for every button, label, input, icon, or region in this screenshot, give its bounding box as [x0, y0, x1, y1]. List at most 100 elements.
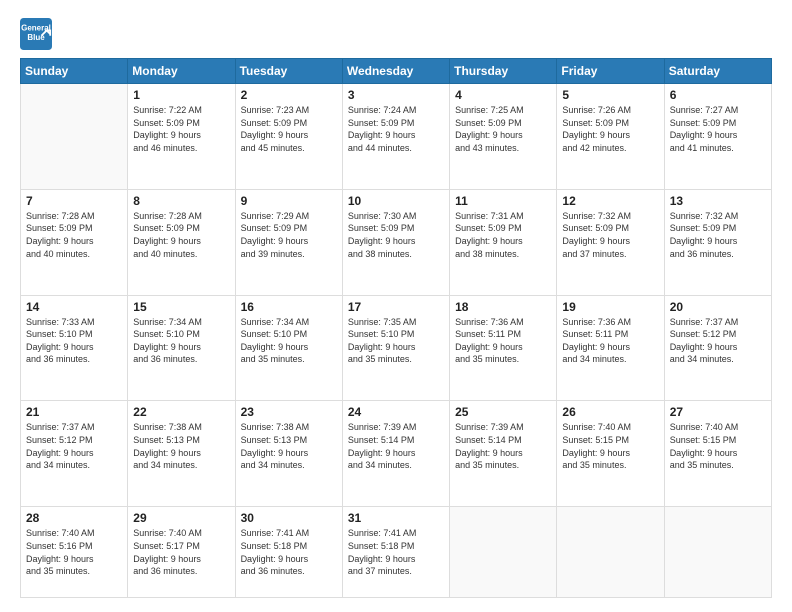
- day-header-sunday: Sunday: [21, 59, 128, 84]
- day-header-monday: Monday: [128, 59, 235, 84]
- day-info: Sunrise: 7:41 AMSunset: 5:18 PMDaylight:…: [241, 527, 337, 577]
- day-number: 16: [241, 300, 337, 314]
- calendar-cell: 13 Sunrise: 7:32 AMSunset: 5:09 PMDayligh…: [664, 189, 771, 295]
- day-header-saturday: Saturday: [664, 59, 771, 84]
- day-info: Sunrise: 7:28 AMSunset: 5:09 PMDaylight:…: [133, 210, 229, 260]
- day-number: 21: [26, 405, 122, 419]
- calendar-cell: 9 Sunrise: 7:29 AMSunset: 5:09 PMDaylight…: [235, 189, 342, 295]
- calendar-cell: 11 Sunrise: 7:31 AMSunset: 5:09 PMDayligh…: [450, 189, 557, 295]
- calendar: SundayMondayTuesdayWednesdayThursdayFrid…: [20, 58, 772, 598]
- calendar-cell: 18Sunrise: 7:36 AMSunset: 5:11 PMDayligh…: [450, 295, 557, 401]
- logo: General Blue: [20, 18, 52, 50]
- day-number: 12: [562, 194, 658, 208]
- day-number: 30: [241, 511, 337, 525]
- calendar-cell: 22 Sunrise: 7:38 AMSunset: 5:13 PMDayligh…: [128, 401, 235, 507]
- day-number: 13: [670, 194, 766, 208]
- day-info: Sunrise: 7:29 AMSunset: 5:09 PMDaylight:…: [241, 210, 337, 260]
- day-number: 1: [133, 88, 229, 102]
- day-info: Sunrise: 7:38 AMSunset: 5:13 PMDaylight:…: [133, 421, 229, 471]
- calendar-cell: 23 Sunrise: 7:38 AMSunset: 5:13 PMDayligh…: [235, 401, 342, 507]
- day-number: 5: [562, 88, 658, 102]
- calendar-cell: 17 Sunrise: 7:35 AMSunset: 5:10 PMDayligh…: [342, 295, 449, 401]
- calendar-cell: 29 Sunrise: 7:40 AMSunset: 5:17 PMDayligh…: [128, 507, 235, 598]
- day-number: 9: [241, 194, 337, 208]
- day-info: Sunrise: 7:35 AMSunset: 5:10 PMDaylight:…: [348, 316, 444, 366]
- calendar-cell: 5 Sunrise: 7:26 AMSunset: 5:09 PMDaylight…: [557, 84, 664, 190]
- day-info: Sunrise: 7:26 AMSunset: 5:09 PMDaylight:…: [562, 104, 658, 154]
- calendar-cell: 24 Sunrise: 7:39 AMSunset: 5:14 PMDayligh…: [342, 401, 449, 507]
- day-info: Sunrise: 7:23 AMSunset: 5:09 PMDaylight:…: [241, 104, 337, 154]
- day-info: Sunrise: 7:34 AMSunset: 5:10 PMDaylight:…: [241, 316, 337, 366]
- day-info: Sunrise: 7:32 AMSunset: 5:09 PMDaylight:…: [670, 210, 766, 260]
- day-info: Sunrise: 7:24 AMSunset: 5:09 PMDaylight:…: [348, 104, 444, 154]
- day-info: Sunrise: 7:28 AMSunset: 5:09 PMDaylight:…: [26, 210, 122, 260]
- day-number: 24: [348, 405, 444, 419]
- day-number: 6: [670, 88, 766, 102]
- calendar-cell: 25 Sunrise: 7:39 AMSunset: 5:14 PMDayligh…: [450, 401, 557, 507]
- day-info: Sunrise: 7:40 AMSunset: 5:15 PMDaylight:…: [670, 421, 766, 471]
- day-info: Sunrise: 7:25 AMSunset: 5:09 PMDaylight:…: [455, 104, 551, 154]
- day-info: Sunrise: 7:39 AMSunset: 5:14 PMDaylight:…: [348, 421, 444, 471]
- day-info: Sunrise: 7:37 AMSunset: 5:12 PMDaylight:…: [670, 316, 766, 366]
- day-info: Sunrise: 7:40 AMSunset: 5:15 PMDaylight:…: [562, 421, 658, 471]
- day-number: 18: [455, 300, 551, 314]
- day-info: Sunrise: 7:41 AMSunset: 5:18 PMDaylight:…: [348, 527, 444, 577]
- day-number: 23: [241, 405, 337, 419]
- day-header-tuesday: Tuesday: [235, 59, 342, 84]
- calendar-cell: [21, 84, 128, 190]
- calendar-cell: 26 Sunrise: 7:40 AMSunset: 5:15 PMDayligh…: [557, 401, 664, 507]
- calendar-cell: 20 Sunrise: 7:37 AMSunset: 5:12 PMDayligh…: [664, 295, 771, 401]
- calendar-cell: 10Sunrise: 7:30 AMSunset: 5:09 PMDayligh…: [342, 189, 449, 295]
- day-number: 31: [348, 511, 444, 525]
- calendar-cell: 16 Sunrise: 7:34 AMSunset: 5:10 PMDayligh…: [235, 295, 342, 401]
- calendar-cell: [557, 507, 664, 598]
- calendar-cell: 3 Sunrise: 7:24 AMSunset: 5:09 PMDaylight…: [342, 84, 449, 190]
- calendar-cell: 4 Sunrise: 7:25 AMSunset: 5:09 PMDaylight…: [450, 84, 557, 190]
- calendar-cell: 7 Sunrise: 7:28 AMSunset: 5:09 PMDaylight…: [21, 189, 128, 295]
- day-number: 7: [26, 194, 122, 208]
- logo-icon: General Blue: [20, 18, 52, 50]
- day-header-wednesday: Wednesday: [342, 59, 449, 84]
- day-info: Sunrise: 7:37 AMSunset: 5:12 PMDaylight:…: [26, 421, 122, 471]
- day-number: 15: [133, 300, 229, 314]
- calendar-cell: 28 Sunrise: 7:40 AMSunset: 5:16 PMDayligh…: [21, 507, 128, 598]
- day-number: 14: [26, 300, 122, 314]
- calendar-cell: 8 Sunrise: 7:28 AMSunset: 5:09 PMDaylight…: [128, 189, 235, 295]
- day-number: 10: [348, 194, 444, 208]
- day-header-thursday: Thursday: [450, 59, 557, 84]
- day-number: 28: [26, 511, 122, 525]
- calendar-cell: 12 Sunrise: 7:32 AMSunset: 5:09 PMDayligh…: [557, 189, 664, 295]
- calendar-cell: 14Sunrise: 7:33 AMSunset: 5:10 PMDayligh…: [21, 295, 128, 401]
- day-number: 17: [348, 300, 444, 314]
- day-number: 27: [670, 405, 766, 419]
- day-number: 25: [455, 405, 551, 419]
- day-info: Sunrise: 7:39 AMSunset: 5:14 PMDaylight:…: [455, 421, 551, 471]
- day-info: Sunrise: 7:22 AMSunset: 5:09 PMDaylight:…: [133, 104, 229, 154]
- day-number: 2: [241, 88, 337, 102]
- calendar-cell: 30 Sunrise: 7:41 AMSunset: 5:18 PMDayligh…: [235, 507, 342, 598]
- calendar-cell: 2 Sunrise: 7:23 AMSunset: 5:09 PMDaylight…: [235, 84, 342, 190]
- calendar-cell: [450, 507, 557, 598]
- day-info: Sunrise: 7:32 AMSunset: 5:09 PMDaylight:…: [562, 210, 658, 260]
- day-number: 29: [133, 511, 229, 525]
- day-info: Sunrise: 7:40 AMSunset: 5:16 PMDaylight:…: [26, 527, 122, 577]
- calendar-cell: 6 Sunrise: 7:27 AMSunset: 5:09 PMDaylight…: [664, 84, 771, 190]
- day-info: Sunrise: 7:36 AMSunset: 5:11 PMDaylight:…: [562, 316, 658, 366]
- day-number: 20: [670, 300, 766, 314]
- day-number: 8: [133, 194, 229, 208]
- day-info: Sunrise: 7:27 AMSunset: 5:09 PMDaylight:…: [670, 104, 766, 154]
- day-info: Sunrise: 7:40 AMSunset: 5:17 PMDaylight:…: [133, 527, 229, 577]
- calendar-cell: 1 Sunrise: 7:22 AMSunset: 5:09 PMDaylight…: [128, 84, 235, 190]
- calendar-cell: 19 Sunrise: 7:36 AMSunset: 5:11 PMDayligh…: [557, 295, 664, 401]
- day-number: 3: [348, 88, 444, 102]
- calendar-cell: 15 Sunrise: 7:34 AMSunset: 5:10 PMDayligh…: [128, 295, 235, 401]
- day-number: 22: [133, 405, 229, 419]
- day-number: 19: [562, 300, 658, 314]
- calendar-cell: [664, 507, 771, 598]
- day-info: Sunrise: 7:34 AMSunset: 5:10 PMDaylight:…: [133, 316, 229, 366]
- day-number: 26: [562, 405, 658, 419]
- day-info: Sunrise: 7:38 AMSunset: 5:13 PMDaylight:…: [241, 421, 337, 471]
- day-number: 4: [455, 88, 551, 102]
- day-number: 11: [455, 194, 551, 208]
- day-info: Sunrise: 7:31 AMSunset: 5:09 PMDaylight:…: [455, 210, 551, 260]
